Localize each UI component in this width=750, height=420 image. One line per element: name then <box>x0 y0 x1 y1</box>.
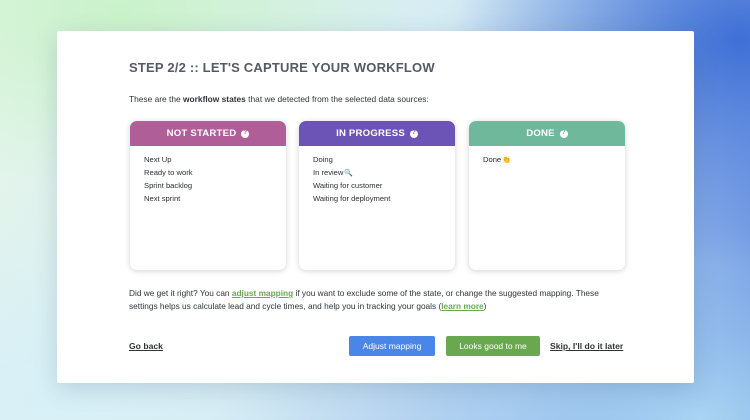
learn-more-link[interactable]: learn more <box>441 301 483 311</box>
list-item: Doing <box>313 155 333 164</box>
go-back-link[interactable]: Go back <box>129 341 163 351</box>
looks-good-button[interactable]: Looks good to me <box>446 336 540 356</box>
intro-bold: workflow states <box>183 94 246 104</box>
column-not-started: NOT STARTED ? Next Up Ready to work Spri… <box>130 121 286 270</box>
list-item: Ready to work <box>144 168 193 177</box>
column-title: DONE <box>526 128 555 139</box>
clapping-hands-emoji-icon: 👏 <box>502 157 511 164</box>
intro-text: These are the workflow states that we de… <box>129 94 429 104</box>
list-item: Done👏 <box>483 153 625 166</box>
magnifier-emoji-icon: 🔍 <box>344 170 354 177</box>
adjust-mapping-link[interactable]: adjust mapping <box>232 288 293 298</box>
column-done: DONE ? Done👏 <box>469 121 625 270</box>
list-item: Waiting for customer <box>313 181 383 190</box>
column-header-not-started: NOT STARTED ? <box>130 121 286 146</box>
item-label: Done <box>483 155 502 164</box>
column-header-in-progress: IN PROGRESS ? <box>299 121 455 146</box>
state-list: Doing In review🔍 Waiting for customer Wa… <box>299 146 455 205</box>
list-item: Waiting for deployment <box>313 194 391 203</box>
item-label: In review <box>313 168 344 177</box>
list-item: Next sprint <box>144 194 181 203</box>
help-circle-icon[interactable]: ? <box>559 129 568 138</box>
help-circle-icon[interactable]: ? <box>409 129 418 138</box>
list-item: Next Up <box>144 155 172 164</box>
state-list: Next Up Ready to work Sprint backlog Nex… <box>130 146 286 205</box>
page-title: STEP 2/2 :: LET'S CAPTURE YOUR WORKFLOW <box>129 60 435 75</box>
column-title: IN PROGRESS <box>336 128 405 139</box>
mapping-description: Did we get it right? You can adjust mapp… <box>129 287 619 312</box>
description-text: ) <box>483 300 487 311</box>
column-title: NOT STARTED <box>166 128 237 139</box>
description-text: Did we get it right? You can <box>129 288 232 298</box>
workflow-dialog: STEP 2/2 :: LET'S CAPTURE YOUR WORKFLOW … <box>57 31 694 383</box>
skip-link[interactable]: Skip, I'll do it later <box>550 341 623 351</box>
intro-prefix: These are the <box>129 94 184 104</box>
list-item: In review🔍 <box>313 166 455 179</box>
state-list: Done👏 <box>469 146 625 166</box>
adjust-mapping-button[interactable]: Adjust mapping <box>349 336 435 356</box>
intro-suffix: that we detected from the selected data … <box>245 94 429 104</box>
column-in-progress: IN PROGRESS ? Doing In review🔍 Waiting f… <box>299 121 455 270</box>
list-item: Sprint backlog <box>144 181 193 190</box>
help-circle-icon[interactable]: ? <box>241 129 250 138</box>
column-header-done: DONE ? <box>469 121 625 146</box>
